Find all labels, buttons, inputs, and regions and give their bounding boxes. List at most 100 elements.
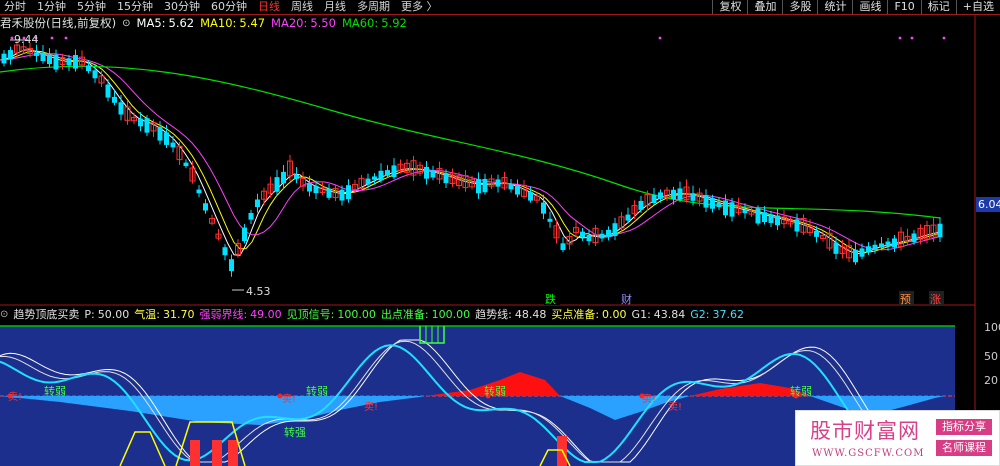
ma60-line: [0, 65, 941, 219]
candle-body-down: [495, 179, 501, 187]
candle-body-down: [710, 198, 715, 209]
p-label: P:: [84, 307, 95, 321]
signal-zhang: 涨: [930, 293, 941, 306]
candle-body-down: [86, 65, 91, 72]
watermark-url: WWW.GSCFW.COM: [812, 448, 925, 459]
candle-body-down: [833, 242, 839, 254]
candle-body-down: [814, 230, 819, 237]
watermark-tag-share: 指标分享: [936, 419, 992, 435]
candle-body-down: [482, 178, 488, 193]
candle-body-down: [937, 223, 943, 238]
top-marker-dots: [10, 36, 946, 40]
signal-die: 跌: [545, 292, 556, 306]
signal-mai-3: 卖!: [364, 401, 378, 413]
candle-body-down: [8, 50, 13, 60]
ma10-label: MA10:: [200, 16, 237, 30]
stock-name: 君禾股份: [0, 16, 46, 30]
candle-body-down: [118, 102, 124, 115]
ind-axis-50: 50: [984, 350, 998, 363]
g1-value: 43.84: [653, 307, 686, 321]
qiangruo-label: 强弱界线:: [199, 308, 248, 321]
ma60-value: 5.92: [381, 16, 407, 30]
candle-body-down: [651, 194, 657, 204]
candle-body-down: [346, 185, 351, 200]
candle-body-down: [307, 183, 312, 192]
candle-body-down: [638, 200, 644, 210]
signal-zhuanruo-2: 转弱: [306, 384, 328, 398]
candle-body-down: [755, 208, 761, 224]
candle-body-down: [385, 170, 390, 176]
signal-mai-5: 卖!: [668, 401, 682, 413]
candle-body-down: [138, 118, 143, 127]
indicator-collapse-icon[interactable]: ⊙: [0, 309, 8, 320]
candle-body-down: [866, 246, 871, 253]
candle-body-down: [326, 188, 332, 198]
marker-dot: [50, 36, 54, 40]
candle-body-down: [541, 202, 546, 214]
candle-body-down: [105, 84, 111, 98]
candle-body-down: [281, 171, 286, 184]
maidian-label: 买点准备:: [551, 308, 600, 321]
candle-body-down: [183, 162, 189, 167]
candle-body-down: [794, 219, 800, 232]
marker-dot: [910, 36, 914, 40]
candle-body-down: [716, 203, 722, 208]
indicator-header: ⊙ 趋势顶底买卖 P: 50.00 气温: 31.70 强弱界线: 49.00 …: [0, 306, 749, 322]
candle-body-down: [703, 195, 709, 208]
indicator-red-bar: [228, 440, 238, 466]
chart-canvas[interactable]: 9.44 4.53 6.04 跌 财 预 涨 100 50 20 转弱 转弱 转…: [0, 0, 1000, 466]
high-label: 9.44: [14, 33, 39, 46]
marker-dot: [64, 36, 68, 40]
candle-body-down: [424, 166, 429, 179]
candle-body-down: [1, 53, 7, 64]
candle-body-down: [547, 218, 553, 222]
candle-body-down: [853, 249, 858, 263]
candle-body-down: [560, 243, 566, 251]
candle-body-down: [586, 235, 592, 242]
marker-dot: [898, 36, 902, 40]
collapse-icon[interactable]: ⊙: [122, 18, 130, 29]
g2-value: 37.62: [712, 307, 745, 321]
chudian-label: 出点准备:: [380, 308, 429, 321]
candle-body-down: [612, 223, 618, 237]
candle-body-down: [248, 213, 254, 220]
watermark-title: 股市财富网: [810, 419, 920, 443]
candle-body-down: [203, 203, 208, 211]
candle-body-down: [391, 165, 397, 178]
ma5-value: 5.62: [168, 16, 195, 30]
watermark-tag-course: 名师课程: [936, 440, 992, 456]
ma10-value: 5.47: [239, 16, 266, 30]
candle-body-down: [606, 229, 611, 237]
marker-dot: [658, 36, 662, 40]
candle-body-down: [430, 170, 436, 178]
chart-mode: (日线,前复权): [46, 16, 117, 30]
signal-mai-1: 卖!: [8, 391, 22, 403]
candle-body-down: [378, 170, 384, 181]
candle-body-down: [671, 189, 676, 200]
low-label: 4.53: [246, 285, 271, 298]
qiwen-value: 31.70: [162, 307, 195, 321]
ind-axis-20: 20: [984, 374, 998, 387]
p-value: 50.00: [97, 307, 130, 321]
candle-body-down: [762, 212, 767, 222]
candle-body-down: [40, 52, 46, 62]
candle-body-down: [229, 259, 234, 272]
marker-dot: [10, 36, 14, 40]
signal-mai-4: 卖!: [642, 393, 656, 405]
candle-body-down: [73, 55, 78, 69]
candle-body-down: [365, 178, 371, 185]
jianding-label: 见顶信号:: [286, 308, 335, 321]
candle-body-down: [775, 215, 780, 226]
candle-body-down: [872, 244, 878, 250]
candle-body-down: [144, 118, 150, 133]
ind-axis-100: 100: [984, 321, 1000, 334]
qiangruo-value: 49.00: [250, 307, 282, 321]
candle-body-down: [170, 142, 176, 148]
candle-body-down: [885, 241, 891, 247]
candle-body-down: [112, 96, 117, 103]
candle-body-down: [274, 177, 280, 192]
candle-body-down: [53, 54, 59, 70]
candle-body-down: [443, 173, 449, 184]
signal-zhuanqiang: 转强: [284, 425, 306, 439]
indicator-name: 趋势顶底买卖: [13, 308, 80, 321]
